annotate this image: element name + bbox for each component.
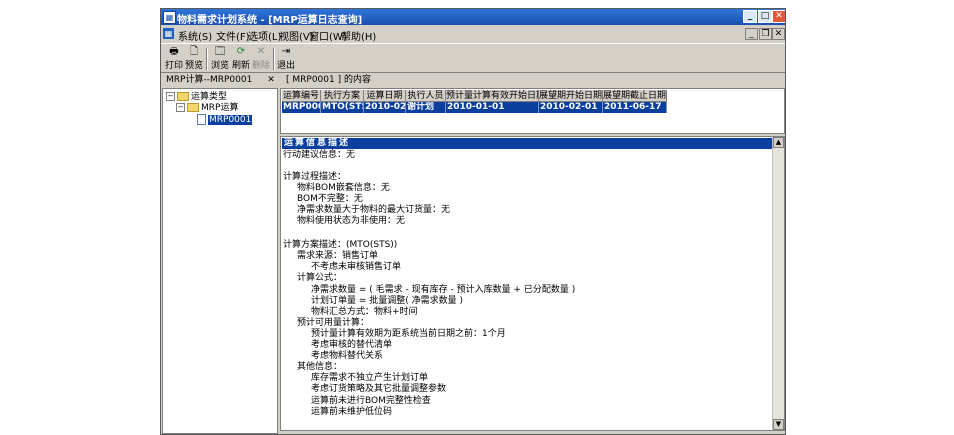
mdi-minimize-button[interactable]: _ — [745, 28, 758, 40]
tree-view: − 运算类型 − MRP运算 MRP0001 — [162, 88, 278, 434]
delete-icon: ✕ — [256, 46, 266, 57]
info-line: 预计量计算有效期为距系统当前日期之前：1个月 — [311, 329, 506, 339]
table-cell[interactable]: 2010-01-01 — [446, 102, 539, 113]
preview-button[interactable]: 🗋 预览 — [183, 46, 205, 72]
column-header[interactable]: 运算日期 — [364, 90, 406, 102]
scroll-up-icon[interactable]: ▲ — [773, 137, 784, 148]
browse-label: 浏览 — [210, 61, 229, 71]
folder-icon — [187, 103, 199, 112]
preview-icon: 🗋 — [189, 46, 199, 57]
mdi-close-button[interactable]: ✕ — [772, 28, 785, 40]
collapse-icon[interactable]: − — [176, 103, 185, 112]
right-pane-header: [ MRP0001 ] 的内容 — [286, 75, 371, 85]
menu-file[interactable]: 文件(F) — [216, 28, 250, 43]
printer-icon: 🖶 — [169, 46, 179, 57]
mdi-restore-button[interactable]: ❐ — [759, 28, 772, 40]
browse-button[interactable]: 🗔 浏览 — [209, 46, 231, 72]
print-button[interactable]: 🖶 打印 — [163, 46, 185, 72]
exit-label: 退出 — [276, 61, 295, 71]
refresh-label: 刷新 — [231, 61, 250, 71]
tree-node-mrp-calc[interactable]: − MRP运算 — [176, 103, 238, 113]
toolbar: 🖶 打印 🗋 预览 🗔 浏览 ⟳ 刷新 ✕ 删除 ⇥ 退出 — [161, 43, 785, 73]
menu-options[interactable]: 选项(L) — [248, 28, 281, 43]
info-line: 考虑订货策略及其它批量调整参数 — [311, 384, 447, 394]
document-icon — [197, 114, 206, 125]
info-line: 运算前未维护低位码 — [311, 407, 393, 417]
info-line: 考虑审核的替代清单 — [311, 340, 393, 350]
right-pane: [ MRP0001 ] 的内容 运算编号 执行方案 运算日期 执行人员 预计量计… — [280, 74, 785, 434]
tree-node-mrp0001[interactable]: MRP0001 — [197, 114, 253, 125]
column-header[interactable]: 预计量计算有效开始日期 — [446, 90, 539, 102]
toolbar-separator — [206, 48, 208, 70]
info-line: 运算前未进行BOM完整性检查 — [311, 396, 431, 406]
info-line: 库存需求不独立产生计划订单 — [311, 373, 429, 383]
table-cell[interactable]: MRP0001 — [282, 102, 321, 113]
maximize-button[interactable]: □ — [758, 10, 772, 23]
column-header[interactable]: 运算编号 — [282, 90, 321, 102]
table-cell[interactable]: MTO(STS) — [321, 102, 364, 113]
title-bar[interactable]: ▦ 物料需求计划系统 - [MRP运算日志查询] _ □ ✕ — [161, 9, 785, 26]
column-header[interactable]: 展望期截止日期 — [603, 90, 667, 102]
delete-button[interactable]: ✕ 删除 — [250, 46, 272, 72]
folder-icon — [177, 92, 189, 101]
pane-close-icon[interactable]: ✕ — [266, 75, 276, 85]
info-line: 物料BOM嵌套信息：无 — [297, 183, 390, 193]
document-icon[interactable]: ▦ — [163, 28, 174, 39]
delete-label: 删除 — [251, 61, 270, 71]
print-label: 打印 — [164, 61, 183, 71]
tree-node-label: MRP0001 — [208, 115, 253, 125]
info-line: 净需求数量 = ( 毛需求 - 现有库存 - 预计入库数量 + 已分配数量 ) — [311, 285, 576, 295]
menu-help[interactable]: 帮助(H) — [341, 28, 376, 43]
table-cell[interactable]: 2010-02-01 — [364, 102, 406, 113]
info-line: 需求来源：销售订单 — [297, 251, 379, 261]
info-line: 计算方案描述：(MTO(STS)) — [283, 240, 398, 250]
column-header[interactable]: 执行方案 — [321, 90, 364, 102]
scroll-down-icon[interactable]: ▼ — [773, 419, 784, 430]
info-line: 计划订单量 = 批量调整( 净需求数量 ) — [311, 296, 464, 306]
column-header[interactable]: 展望期开始日期 — [539, 90, 603, 102]
info-line: 物料汇总方式：物料+时间 — [311, 307, 418, 317]
column-header[interactable]: 执行人员 — [406, 90, 446, 102]
info-line: 行动建议信息：无 — [283, 150, 356, 160]
info-line: 净需求数量大于物料的最大订货量：无 — [297, 205, 451, 215]
info-line: 物料使用状态为非使用：无 — [297, 216, 406, 226]
exit-icon: ⇥ — [281, 46, 291, 57]
results-grid: 运算编号 执行方案 运算日期 执行人员 预计量计算有效开始日期 展望期开始日期 … — [280, 88, 785, 134]
tree-node-label: 运算类型 — [191, 92, 228, 102]
info-line: 预计可用量计算： — [297, 318, 370, 328]
table-cell[interactable]: 2011-06-17 — [603, 102, 667, 113]
info-line: 考虑物料替代关系 — [311, 351, 384, 361]
app-icon: ▦ — [163, 11, 176, 24]
table-cell[interactable]: 2010-02-01 — [539, 102, 603, 113]
collapse-icon[interactable]: − — [166, 92, 175, 101]
preview-label: 预览 — [184, 61, 203, 71]
tree-node-calc-types[interactable]: − 运算类型 — [166, 92, 227, 102]
main-window: ▦ 物料需求计划系统 - [MRP运算日志查询] _ □ ✕ ▦ 系统(S) 文… — [160, 8, 786, 435]
info-line: 计算公式： — [297, 273, 343, 283]
refresh-button[interactable]: ⟳ 刷新 — [230, 46, 252, 72]
info-line: 其他信息： — [297, 362, 343, 372]
left-pane-title: MRP计算--MRP0001 — [166, 75, 253, 85]
left-pane-header: MRP计算--MRP0001 ✕ — [162, 74, 278, 87]
info-panel-title: 运算信息描述 — [282, 138, 772, 149]
vertical-scrollbar[interactable]: ▲ ▼ — [772, 137, 784, 430]
window-title: 物料需求计划系统 - [MRP运算日志查询] — [177, 15, 363, 26]
browse-icon: 🗔 — [214, 46, 226, 57]
refresh-icon: ⟳ — [236, 46, 246, 57]
exit-button[interactable]: ⇥ 退出 — [275, 46, 297, 72]
menu-bar: ▦ 系统(S) 文件(F) 选项(L) 视图(V) 窗口(W) 帮助(H) _ … — [161, 26, 785, 43]
info-line: 计算过程描述： — [283, 172, 347, 182]
left-pane: MRP计算--MRP0001 ✕ − 运算类型 − MRP运算 MRP0001 — [162, 74, 278, 434]
menu-system[interactable]: 系统(S) — [178, 28, 212, 43]
close-button[interactable]: ✕ — [772, 10, 785, 23]
info-line: 不考虑未审核销售订单 — [311, 262, 402, 272]
tree-node-label: MRP运算 — [201, 103, 239, 113]
info-panel: 运算信息描述 行动建议信息：无 计算过程描述： 物料BOM嵌套信息：无 BOM不… — [280, 136, 785, 431]
info-line: BOM不完整：无 — [297, 194, 363, 204]
minimize-button[interactable]: _ — [743, 10, 757, 23]
table-cell[interactable]: 谢计划 — [406, 102, 446, 113]
